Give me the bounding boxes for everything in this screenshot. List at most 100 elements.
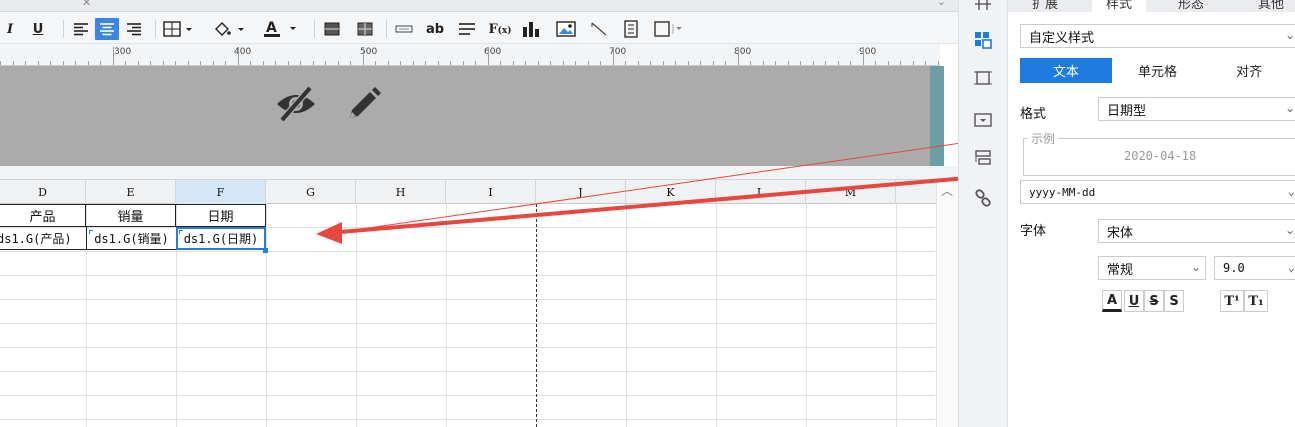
align-right-icon[interactable] <box>123 18 145 40</box>
column-header[interactable]: J <box>536 180 626 204</box>
data-cell-date-selected[interactable]: ds1.G(日期) <box>176 227 266 250</box>
font-label: 字体 <box>1020 224 1047 239</box>
ruler-tick <box>700 61 701 65</box>
font-style-select[interactable]: 常规 ⌄ <box>1098 256 1206 280</box>
expand-marker-icon <box>179 230 183 234</box>
style-select[interactable]: 自定义样式 ⌄ <box>1020 24 1295 48</box>
grid-row-line <box>0 323 935 324</box>
ab-icon[interactable]: ab <box>424 18 446 40</box>
ruler-tick <box>212 61 214 65</box>
image-icon[interactable] <box>554 18 578 40</box>
underline-button[interactable]: U <box>1124 290 1144 312</box>
tab-style[interactable]: 样式 <box>1092 0 1147 12</box>
text-wrap-icon[interactable] <box>456 18 478 40</box>
font-color-icon[interactable]: A <box>262 18 300 40</box>
ruler-tick <box>250 61 251 65</box>
chevron-down-icon: ⌄ <box>1287 184 1295 198</box>
hyperlink-icon[interactable] <box>971 186 995 210</box>
column-header[interactable]: E <box>86 180 176 204</box>
tab-other[interactable]: 其他 <box>1258 0 1284 12</box>
ruler-tick <box>237 47 239 65</box>
align-center-icon[interactable] <box>95 18 119 40</box>
property-rail <box>958 0 1008 427</box>
strikethrough-button[interactable]: S <box>1144 290 1164 312</box>
formula-icon[interactable]: F(x) <box>487 18 513 40</box>
column-header[interactable]: L <box>716 180 806 204</box>
data-cell-product[interactable]: ds1.G(产品) <box>0 227 86 250</box>
ruler-tick <box>762 61 764 65</box>
ruler-tick <box>825 61 826 65</box>
vertical-scrollbar[interactable]: ︿ <box>936 180 958 427</box>
ruler-tick <box>87 61 89 65</box>
font-size-value: 9.0 <box>1223 261 1245 275</box>
italic-icon[interactable]: I <box>3 18 17 40</box>
data-cell-sales[interactable]: ds1.G(销量) <box>86 227 176 250</box>
edit-pencil-icon[interactable] <box>344 84 384 127</box>
column-header[interactable]: K <box>626 180 716 204</box>
more-icon[interactable] <box>652 18 688 40</box>
tab-close-icon[interactable]: ✕ <box>82 0 91 9</box>
subscript-button[interactable]: T₁ <box>1244 290 1268 312</box>
cell-element-icon[interactable] <box>971 0 995 14</box>
header-cell-sales[interactable]: 销量 <box>85 204 176 227</box>
font-color-button[interactable]: A <box>1102 290 1122 312</box>
sample-legend: 示例 <box>1028 130 1059 147</box>
column-header[interactable]: D <box>0 180 86 204</box>
column-header-selected[interactable]: F <box>176 180 266 204</box>
cell-attribute-icon[interactable] <box>971 28 995 52</box>
ruler-tick <box>562 61 564 65</box>
ruler-tick <box>875 61 876 65</box>
underline-icon[interactable]: U <box>28 18 48 40</box>
tab-extend[interactable]: 扩展 <box>1032 0 1058 12</box>
tab-dropdown-icon[interactable]: ⌄ <box>937 0 946 8</box>
unmerge-icon[interactable] <box>354 18 376 40</box>
column-header[interactable]: M <box>806 180 896 204</box>
scroll-up-icon[interactable]: ︿ <box>941 182 953 199</box>
format-select[interactable]: 日期型 ⌄ <box>1098 97 1295 121</box>
band-scrollbar[interactable] <box>930 66 944 166</box>
merge-icon[interactable] <box>322 18 342 40</box>
column-header[interactable]: I <box>446 180 536 204</box>
header-cell-product[interactable]: 产品 <box>0 204 86 227</box>
ruler-tick <box>737 47 739 65</box>
column-header[interactable]: H <box>356 180 446 204</box>
ruler-tick <box>100 61 101 65</box>
pattern-select[interactable]: yyyy-MM-dd ⌄ <box>1020 180 1295 204</box>
chevron-down-icon: ⌄ <box>1287 260 1295 274</box>
ruler-tick <box>12 61 14 65</box>
shadow-button[interactable]: S <box>1164 290 1184 312</box>
border-icon[interactable] <box>971 66 995 90</box>
align-left-icon[interactable] <box>70 18 92 40</box>
subtab-text[interactable]: 文本 <box>1020 58 1112 83</box>
ruler-tick <box>850 61 851 65</box>
grid-row-line <box>0 395 935 396</box>
ruler-tick <box>37 61 39 65</box>
ruler-tick <box>500 61 501 65</box>
ruler-tick <box>862 47 864 65</box>
subtab-align[interactable]: 对齐 <box>1203 58 1295 83</box>
hide-eye-icon[interactable] <box>274 84 318 127</box>
subtab-cell[interactable]: 单元格 <box>1111 58 1204 83</box>
condition-icon[interactable] <box>971 146 995 170</box>
superscript-button[interactable]: T¹ <box>1220 290 1244 312</box>
ruler-tick <box>787 61 789 65</box>
diagonal-icon[interactable] <box>588 18 610 40</box>
tab-form[interactable]: 形态 <box>1178 0 1204 12</box>
subreport-icon[interactable] <box>620 18 642 40</box>
fill-handle[interactable] <box>263 248 268 253</box>
ruler-tick <box>887 61 889 65</box>
grid-column-line <box>266 204 267 427</box>
column-header[interactable]: G <box>266 180 356 204</box>
fill-color-icon[interactable] <box>212 18 248 40</box>
chart-icon[interactable] <box>520 18 542 40</box>
chevron-down-icon: ⌄ <box>1284 223 1295 237</box>
font-size-select[interactable]: 9.0 ⌄ <box>1214 256 1295 280</box>
header-cell-date[interactable]: 日期 <box>175 204 266 227</box>
ruler-tick <box>675 61 676 65</box>
widget-icon[interactable] <box>971 108 995 132</box>
textbox-icon[interactable] <box>393 18 415 40</box>
style-select-value: 自定义样式 <box>1029 30 1095 46</box>
font-family-select[interactable]: 宋体 ⌄ <box>1098 219 1295 243</box>
ruler-tick <box>575 61 576 65</box>
border-icon[interactable] <box>162 18 196 40</box>
